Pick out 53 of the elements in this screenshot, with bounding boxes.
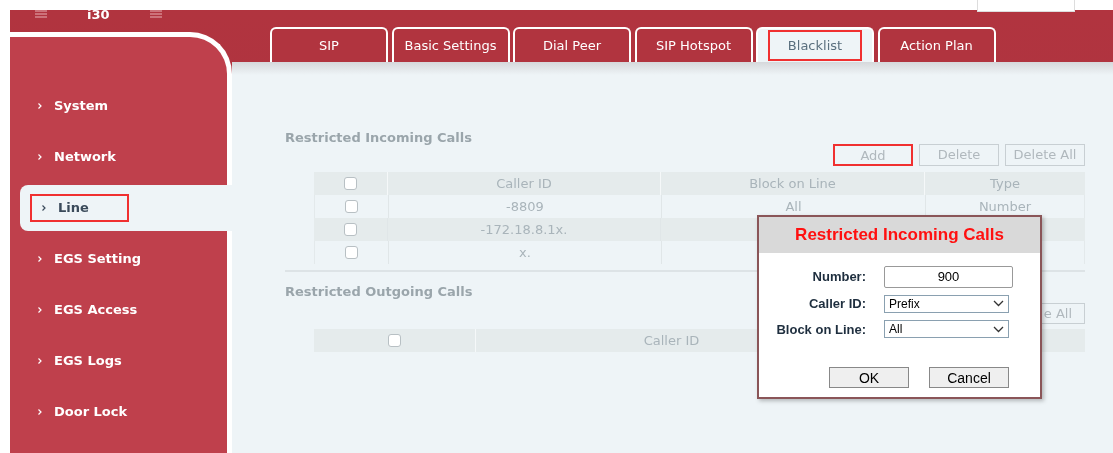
sidebar-item[interactable]: Line <box>20 184 234 231</box>
device-title: i30 <box>87 10 110 20</box>
chevron-icon <box>38 153 42 160</box>
checkbox[interactable] <box>388 334 401 347</box>
sidebar-item[interactable]: EGS Access <box>10 286 138 333</box>
chevron-icon <box>38 102 42 109</box>
tab[interactable]: Blacklist <box>756 27 874 62</box>
dropdown[interactable]: All <box>884 320 1009 339</box>
chevron-down-icon <box>993 300 1004 308</box>
field-label: Caller ID: <box>807 295 866 313</box>
sidebar-item-label: EGS Access <box>54 300 138 319</box>
tab[interactable]: Basic Settings <box>391 27 510 62</box>
field-label: Number: <box>811 268 866 287</box>
checkbox[interactable] <box>344 223 357 236</box>
chevron-icon <box>38 408 42 415</box>
sidebar-item-label: EGS Setting <box>54 249 142 268</box>
tab[interactable]: SIP Hotspot <box>634 27 753 62</box>
table-cell-text: -8809 <box>506 197 544 216</box>
dialog-button[interactable]: OK <box>829 367 909 388</box>
chevron-down-icon <box>993 325 1004 333</box>
header-field[interactable] <box>977 0 1075 12</box>
chevron-icon <box>38 357 42 364</box>
chevron-icon <box>38 306 42 313</box>
sidebar-item[interactable]: EGS Setting <box>10 235 142 282</box>
tab[interactable]: SIP <box>270 27 388 62</box>
dropdown[interactable]: Prefix <box>884 294 1009 313</box>
sidebar-item-label: Door Lock <box>54 402 128 421</box>
table-cell-text: -172.18.8.1x. <box>480 220 568 239</box>
menu-icon[interactable] <box>35 10 47 18</box>
dialog-title: Restricted Incoming Calls <box>759 217 1040 253</box>
sidebar-item[interactable]: Network <box>10 133 116 180</box>
tab[interactable]: Action Plan <box>877 27 996 62</box>
chevron-icon <box>38 255 42 262</box>
sidebar-item-label: Network <box>54 147 116 166</box>
table-cell-text: All <box>785 197 802 216</box>
tab[interactable]: Dial Peer <box>513 27 631 62</box>
sidebar-item[interactable]: EGS Logs <box>10 337 122 384</box>
dialog-button[interactable]: Cancel <box>929 367 1009 388</box>
sidebar-item[interactable]: System <box>10 82 109 129</box>
chevron-icon <box>42 204 46 211</box>
table-cell-text: x. <box>519 243 531 262</box>
menu-icon[interactable] <box>149 10 162 18</box>
sidebar-item-label: System <box>54 96 109 115</box>
checkbox[interactable] <box>345 246 358 259</box>
table-cell-text: Number <box>978 197 1032 216</box>
sidebar-item[interactable]: Door Lock <box>10 388 128 435</box>
number-field[interactable]: 900 <box>884 266 1013 288</box>
section-title: Restricted Outgoing Calls <box>285 284 474 300</box>
checkbox[interactable] <box>344 177 357 190</box>
sidebar-item-label: Line <box>58 198 89 217</box>
checkbox[interactable] <box>345 200 358 213</box>
section-title: Restricted Incoming Calls <box>285 130 473 146</box>
sidebar-item-label: EGS Logs <box>54 351 122 370</box>
